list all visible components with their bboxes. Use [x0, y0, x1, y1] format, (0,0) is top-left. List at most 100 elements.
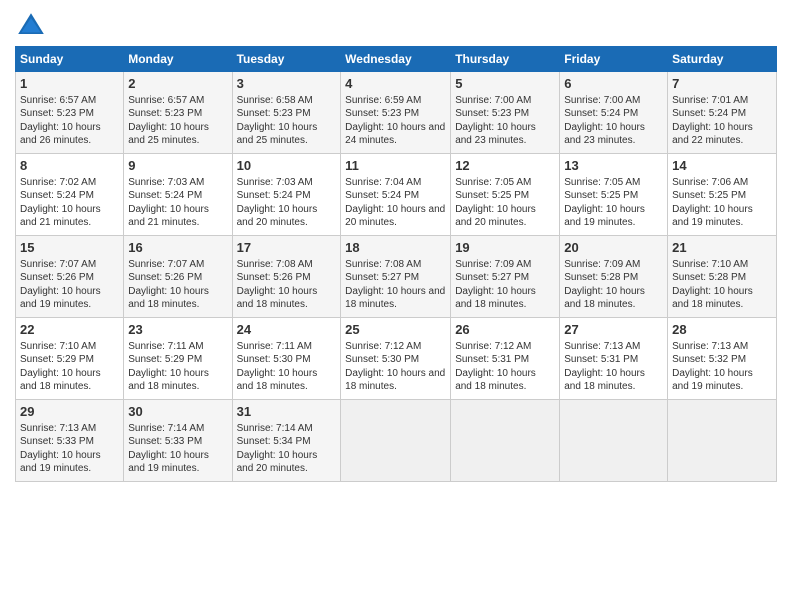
- calendar-cell: 3Sunrise: 6:58 AM Sunset: 5:23 PM Daylig…: [232, 72, 341, 154]
- day-info: and 23 minutes.: [455, 135, 526, 146]
- day-info: and 21 minutes.: [20, 217, 91, 228]
- day-number: 20: [564, 239, 663, 257]
- day-info: Sunset: 5:24 PM: [345, 190, 419, 201]
- day-number: 6: [564, 75, 663, 93]
- day-info: Daylight: 10 hours: [564, 368, 645, 379]
- day-header-thursday: Thursday: [451, 47, 560, 72]
- day-info: and 19 minutes.: [672, 217, 743, 228]
- day-info: Daylight: 10 hours: [20, 368, 101, 379]
- day-info: Sunset: 5:25 PM: [672, 190, 746, 201]
- calendar-cell: 5Sunrise: 7:00 AM Sunset: 5:23 PM Daylig…: [451, 72, 560, 154]
- day-number: 13: [564, 157, 663, 175]
- day-info: and 18 minutes.: [672, 299, 743, 310]
- day-info: and 21 minutes.: [128, 217, 199, 228]
- day-info: Sunset: 5:29 PM: [20, 354, 94, 365]
- day-info: Daylight: 10 hours: [345, 368, 426, 379]
- day-info: Sunrise: 7:06 AM: [672, 177, 748, 188]
- calendar-cell: 15Sunrise: 7:07 AM Sunset: 5:26 PM Dayli…: [16, 236, 124, 318]
- day-info: Sunset: 5:24 PM: [237, 190, 311, 201]
- day-number: 7: [672, 75, 772, 93]
- day-info: and 18 minutes.: [20, 381, 91, 392]
- calendar-cell: [451, 400, 560, 482]
- calendar-cell: 30Sunrise: 7:14 AM Sunset: 5:33 PM Dayli…: [124, 400, 232, 482]
- day-number: 15: [20, 239, 119, 257]
- day-info: Sunset: 5:33 PM: [20, 436, 94, 447]
- calendar-table: SundayMondayTuesdayWednesdayThursdayFrid…: [15, 46, 777, 482]
- day-info: Daylight: 10 hours: [128, 204, 209, 215]
- day-number: 17: [237, 239, 337, 257]
- day-info: Daylight: 10 hours: [237, 122, 318, 133]
- day-info: Sunset: 5:27 PM: [455, 272, 529, 283]
- calendar-cell: [341, 400, 451, 482]
- day-info: Sunrise: 7:01 AM: [672, 95, 748, 106]
- day-info: Daylight: 10 hours: [128, 122, 209, 133]
- calendar-cell: 9Sunrise: 7:03 AM Sunset: 5:24 PM Daylig…: [124, 154, 232, 236]
- day-number: 29: [20, 403, 119, 421]
- day-info: Sunset: 5:23 PM: [345, 108, 419, 119]
- day-info: and 25 minutes.: [237, 135, 308, 146]
- day-header-tuesday: Tuesday: [232, 47, 341, 72]
- day-info: Sunset: 5:31 PM: [455, 354, 529, 365]
- day-number: 27: [564, 321, 663, 339]
- calendar-cell: 22Sunrise: 7:10 AM Sunset: 5:29 PM Dayli…: [16, 318, 124, 400]
- day-info: Daylight: 10 hours: [564, 204, 645, 215]
- day-info: Sunrise: 7:14 AM: [128, 423, 204, 434]
- day-header-friday: Friday: [560, 47, 668, 72]
- day-number: 31: [237, 403, 337, 421]
- day-number: 14: [672, 157, 772, 175]
- day-info: Daylight: 10 hours: [20, 122, 101, 133]
- day-number: 2: [128, 75, 227, 93]
- day-info: Daylight: 10 hours: [455, 368, 536, 379]
- calendar-cell: 13Sunrise: 7:05 AM Sunset: 5:25 PM Dayli…: [560, 154, 668, 236]
- day-info: Daylight: 10 hours: [672, 122, 753, 133]
- day-info: Daylight: 10 hours: [455, 204, 536, 215]
- calendar-cell: 10Sunrise: 7:03 AM Sunset: 5:24 PM Dayli…: [232, 154, 341, 236]
- day-info: Daylight: 10 hours: [672, 286, 753, 297]
- day-info: Daylight: 10 hours: [128, 286, 209, 297]
- calendar-cell: 25Sunrise: 7:12 AM Sunset: 5:30 PM Dayli…: [341, 318, 451, 400]
- calendar-cell: 4Sunrise: 6:59 AM Sunset: 5:23 PM Daylig…: [341, 72, 451, 154]
- calendar-cell: 27Sunrise: 7:13 AM Sunset: 5:31 PM Dayli…: [560, 318, 668, 400]
- day-info: Sunrise: 7:12 AM: [455, 341, 531, 352]
- day-info: Daylight: 10 hours: [672, 368, 753, 379]
- day-info: Daylight: 10 hours: [128, 450, 209, 461]
- day-info: Sunrise: 7:07 AM: [20, 259, 96, 270]
- day-info: Sunset: 5:23 PM: [455, 108, 529, 119]
- day-info: Sunrise: 7:08 AM: [237, 259, 313, 270]
- day-info: Sunset: 5:30 PM: [345, 354, 419, 365]
- day-info: Daylight: 10 hours: [20, 204, 101, 215]
- day-number: 4: [345, 75, 446, 93]
- day-info: Sunrise: 7:03 AM: [237, 177, 313, 188]
- day-info: and 18 minutes.: [564, 299, 635, 310]
- day-info: Daylight: 10 hours: [455, 286, 536, 297]
- calendar-cell: 31Sunrise: 7:14 AM Sunset: 5:34 PM Dayli…: [232, 400, 341, 482]
- day-info: Sunset: 5:25 PM: [564, 190, 638, 201]
- page-container: SundayMondayTuesdayWednesdayThursdayFrid…: [0, 0, 792, 492]
- day-info: Sunset: 5:33 PM: [128, 436, 202, 447]
- day-info: and 23 minutes.: [564, 135, 635, 146]
- calendar-cell: 7 Sunrise: 7:01 AM Sunset: 5:24 PM Daylig…: [668, 72, 777, 154]
- day-info: and 19 minutes.: [20, 463, 91, 474]
- calendar-cell: 20Sunrise: 7:09 AM Sunset: 5:28 PM Dayli…: [560, 236, 668, 318]
- day-number: 11: [345, 157, 446, 175]
- day-number: 25: [345, 321, 446, 339]
- day-info: Daylight: 10 hours: [564, 122, 645, 133]
- day-info: Daylight: 10 hours: [345, 122, 426, 133]
- day-number: 21: [672, 239, 772, 257]
- day-info: Sunrise: 7:00 AM: [564, 95, 640, 106]
- day-info: Sunrise: 7:10 AM: [672, 259, 748, 270]
- calendar-cell: [668, 400, 777, 482]
- day-info: Sunset: 5:24 PM: [128, 190, 202, 201]
- day-info: Daylight: 10 hours: [455, 122, 536, 133]
- calendar-cell: 6Sunrise: 7:00 AM Sunset: 5:24 PM Daylig…: [560, 72, 668, 154]
- day-info: Daylight: 10 hours: [345, 286, 426, 297]
- day-info: Daylight: 10 hours: [564, 286, 645, 297]
- calendar-cell: 28Sunrise: 7:13 AM Sunset: 5:32 PM Dayli…: [668, 318, 777, 400]
- day-info: Sunset: 5:24 PM: [672, 108, 746, 119]
- calendar-cell: 18Sunrise: 7:08 AM Sunset: 5:27 PM Dayli…: [341, 236, 451, 318]
- day-info: Daylight: 10 hours: [237, 204, 318, 215]
- calendar-week-1: 1Sunrise: 6:57 AM Sunset: 5:23 PM Daylig…: [16, 72, 777, 154]
- calendar-cell: 24Sunrise: 7:11 AM Sunset: 5:30 PM Dayli…: [232, 318, 341, 400]
- calendar-header-row: SundayMondayTuesdayWednesdayThursdayFrid…: [16, 47, 777, 72]
- day-info: Sunrise: 7:00 AM: [455, 95, 531, 106]
